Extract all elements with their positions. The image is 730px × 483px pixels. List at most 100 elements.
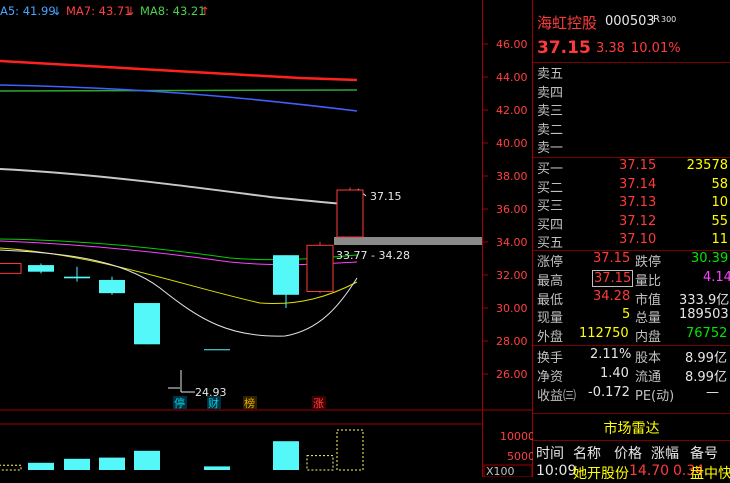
ma-yellow-line [0, 247, 358, 305]
buy-level-price: 37.13 [619, 195, 657, 210]
price-tick-label: 42.00 [496, 104, 528, 117]
sell-level-row[interactable]: 卖五 [533, 63, 730, 83]
sell-level-label: 卖二 [537, 122, 564, 138]
radar-row[interactable]: 10:09她开股份14.700.34盘中快递 [533, 463, 730, 483]
limit-up-value: 37.15 [593, 251, 631, 266]
stat-label: 换手 [537, 351, 564, 366]
nav-value: 1.40 [600, 366, 629, 381]
candle-body [336, 189, 364, 238]
sell-level-row[interactable]: 卖四 [533, 82, 730, 102]
candle-body [204, 349, 230, 351]
limit-down-value: 30.39 [691, 251, 729, 266]
inner-value: 76752 [686, 326, 728, 341]
event-tag-finance[interactable]: 财 [208, 396, 219, 410]
buy-level-row[interactable]: 买一 37.15 23578 [533, 158, 730, 178]
event-tag-halt[interactable]: 停 [174, 396, 185, 410]
stat-label: 内盘 [635, 330, 662, 345]
stock-code: 000503 [605, 14, 655, 29]
buy-level-row[interactable]: 买二 37.14 58 [533, 177, 730, 197]
candle-body [134, 303, 160, 345]
volume-bar [204, 466, 230, 470]
price-tick-label: 40.00 [496, 137, 528, 150]
price-change-pct: 10.01% [631, 41, 681, 56]
cur-vol-value: 5 [622, 307, 631, 322]
volume-bar [336, 429, 364, 471]
stock-tag-num: 300 [661, 15, 677, 24]
radar-column-header: 时间 [536, 446, 564, 462]
ma7-arrow: ↓ [126, 4, 136, 18]
volume-unit: X100 [486, 465, 515, 477]
sell-level-label: 卖一 [537, 141, 564, 156]
equity-value: 8.99亿 [685, 351, 727, 366]
sell-level-row[interactable]: 卖二 [533, 119, 730, 139]
ma5-label: A5: 41.99 [0, 4, 56, 18]
stat-label: 最高 [537, 274, 564, 289]
radar-column-header: 价格 [614, 446, 642, 462]
buy-level-row[interactable]: 买四 37.12 55 [533, 214, 730, 234]
stat-label: 量比 [635, 274, 662, 289]
price-tick-label: 28.00 [496, 335, 528, 348]
low-value: 34.28 [593, 289, 631, 304]
range-annotation: 33.77 - 34.28 [336, 249, 410, 262]
ma-white2-line [0, 249, 358, 337]
stat-label: 现量 [537, 311, 564, 326]
radar-column-header: 备号 [690, 446, 718, 462]
volume-bar [134, 450, 160, 470]
price-tick-label: 32.00 [496, 269, 528, 282]
sell-level-label: 卖五 [537, 67, 564, 82]
ma5-arrow: ↓ [52, 4, 62, 18]
volume-bar [64, 458, 90, 470]
buy-level-price: 37.10 [619, 232, 657, 247]
volume-bars [0, 429, 364, 471]
ma7-label: MA7: 43.71 [66, 4, 132, 18]
buy-level-volume: 58 [711, 176, 728, 192]
sell-level-row[interactable]: 卖一 [533, 137, 730, 157]
stat-label: 外盘 [537, 330, 564, 345]
last-price: 37.15 [537, 38, 591, 58]
stat-label: 跌停 [635, 255, 662, 270]
price-tick-label: 38.00 [496, 170, 528, 183]
event-tag-limit-up[interactable]: 涨 [313, 397, 324, 410]
ma-white-line [0, 168, 358, 206]
candlestick-chart[interactable]: 46.00 44.00 42.00 40.00 38.00 36.00 34.00 32.00… [0, 0, 533, 477]
radar-cell: 她开股份 [573, 466, 629, 482]
stat-label: 总量 [635, 311, 662, 326]
vol-ratio-value: 4.14 [703, 270, 730, 285]
turnover-value: 2.11% [590, 347, 632, 362]
event-tag-rank[interactable]: 榜 [244, 396, 255, 410]
volume-bar [306, 455, 334, 471]
stat-label: 收益㈢ [537, 389, 577, 404]
volume-bar [273, 441, 299, 470]
ma-green-line [0, 89, 358, 92]
candle-body [273, 255, 299, 295]
float-value: 8.99亿 [685, 370, 727, 385]
buy-level-price: 37.14 [619, 176, 657, 192]
buy-level-volume: 10 [711, 195, 728, 210]
stat-label: 净资 [537, 370, 564, 385]
candle-body [306, 244, 334, 293]
total-vol-value: 189503 [679, 307, 729, 322]
stat-label: 涨停 [537, 255, 564, 270]
current-price-bar [334, 237, 482, 245]
volume-bar [28, 462, 54, 470]
volume-bar [99, 457, 125, 470]
stock-tag: R [653, 14, 660, 25]
sell-level-row[interactable]: 卖三 [533, 100, 730, 120]
market-radar-title[interactable]: 市场雷达 [533, 418, 730, 438]
radar-header: 时间 名称 价格 涨幅 备号 [533, 443, 730, 463]
stock-name: 海虹控股 [537, 14, 598, 32]
buy-level-row[interactable]: 买三 37.13 10 [533, 195, 730, 215]
mkt-cap-value: 333.9亿 [679, 293, 730, 308]
buy-level-row[interactable]: 买五 37.10 11 [533, 232, 730, 252]
sell-level-label: 卖三 [537, 104, 564, 119]
ma8-arrow: ↑ [200, 4, 210, 18]
buy-level-volume: 55 [711, 213, 728, 229]
price-tick-label: 26.00 [496, 368, 528, 381]
candle-body [0, 262, 22, 274]
high-value: 37.15 [592, 270, 634, 287]
candles [0, 187, 364, 351]
candle-body [99, 279, 125, 294]
pe-value: — [706, 385, 719, 400]
candle-body [64, 276, 90, 279]
price-tick-label: 34.00 [496, 236, 528, 249]
